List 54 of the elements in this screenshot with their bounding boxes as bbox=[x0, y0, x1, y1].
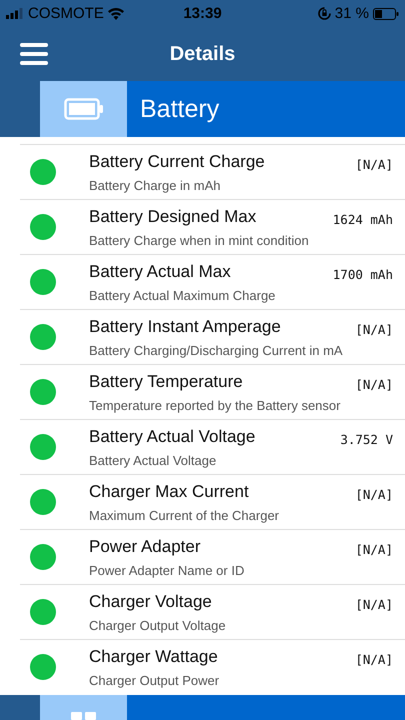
section-header[interactable] bbox=[0, 695, 405, 720]
battery-percent: 31 % bbox=[334, 5, 369, 22]
row-value: [N/A] bbox=[355, 322, 393, 337]
row-value: [N/A] bbox=[355, 377, 393, 392]
list-row[interactable]: Charger Max Current Maximum Current of the Charger [N/A] bbox=[20, 475, 405, 530]
row-subtitle: Temperature reported by the Battery sensor bbox=[89, 398, 342, 412]
clock-time: 13:39 bbox=[183, 5, 222, 22]
row-value: 1700 mAh bbox=[332, 267, 393, 282]
row-title: Battery Actual Max bbox=[89, 262, 232, 282]
carrier-name: COSMOTE bbox=[28, 5, 104, 22]
list-row[interactable]: Battery Temperature Temperature reported by the Battery sensor [N/A] bbox=[20, 365, 405, 420]
row-value: [N/A] bbox=[355, 487, 393, 502]
row-subtitle: Maximum Current of the Charger bbox=[89, 508, 280, 522]
battery-icon bbox=[64, 98, 104, 120]
row-value: 3.752 V bbox=[340, 432, 393, 447]
row-value: [N/A] bbox=[355, 542, 393, 557]
list-row[interactable]: Battery Current Charge Battery Charge in mAh [N/A] bbox=[20, 145, 405, 200]
row-value: [N/A] bbox=[355, 597, 393, 612]
list-row[interactable]: Power Adapter Power Adapter Name or ID [N/A] bbox=[20, 530, 405, 585]
row-subtitle: Charger Output Voltage bbox=[89, 618, 227, 632]
row-title: Battery Designed Max bbox=[89, 206, 258, 226]
row-title: Battery Current Charge bbox=[89, 152, 266, 172]
row-subtitle: Battery Charge in mAh bbox=[89, 178, 222, 192]
row-subtitle: Charger Output Power bbox=[89, 672, 220, 688]
row-subtitle: Battery Charge when in mint condition bbox=[89, 232, 310, 248]
list-row[interactable]: Battery Actual Max Battery Actual Maximum Charge 1700 mAh bbox=[20, 255, 405, 310]
row-value: 1624 mAh bbox=[332, 212, 393, 227]
row-subtitle: Power Adapter Name or ID bbox=[89, 562, 246, 578]
rotation-lock-icon bbox=[318, 7, 331, 20]
list-row[interactable]: Charger Wattage Charger Output Power [N/A] bbox=[20, 640, 405, 694]
section-header[interactable]: Battery bbox=[0, 81, 405, 137]
row-subtitle: Battery Actual Voltage bbox=[89, 452, 218, 468]
row-subtitle: Battery Charging/Discharging Current in mA bbox=[89, 342, 344, 358]
row-title: Battery Actual Voltage bbox=[89, 426, 256, 446]
signal-icon bbox=[6, 8, 24, 19]
row-title: Charger Max Current bbox=[89, 482, 250, 502]
row-subtitle: Battery Actual Maximum Charge bbox=[89, 288, 276, 302]
grid-icon bbox=[70, 710, 96, 720]
row-title: Battery Temperature bbox=[89, 372, 244, 392]
row-value: [N/A] bbox=[355, 157, 393, 172]
battery-icon bbox=[373, 8, 399, 20]
list-row[interactable]: Battery Actual Voltage Battery Actual Voltage 3.752 V bbox=[20, 420, 405, 475]
row-value: [N/A] bbox=[355, 652, 393, 667]
row-title: Charger Wattage bbox=[89, 646, 219, 666]
list-row[interactable]: Charger Voltage Charger Output Voltage [N/A] bbox=[20, 585, 405, 640]
list-row[interactable]: Battery Designed Max Battery Charge when in mint condition 1624 mAh bbox=[20, 200, 405, 255]
wifi-icon bbox=[108, 8, 124, 20]
list-row[interactable]: Battery Instant Amperage Battery Charging/Discharging Current in mA [N/A] bbox=[20, 310, 405, 365]
menu-icon[interactable] bbox=[20, 43, 48, 65]
section-title: Battery bbox=[140, 94, 220, 124]
screen-title: Details bbox=[170, 42, 236, 66]
row-title: Power Adapter bbox=[89, 536, 202, 556]
row-title: Charger Voltage bbox=[89, 592, 213, 612]
row-title: Battery Instant Amperage bbox=[89, 316, 282, 336]
